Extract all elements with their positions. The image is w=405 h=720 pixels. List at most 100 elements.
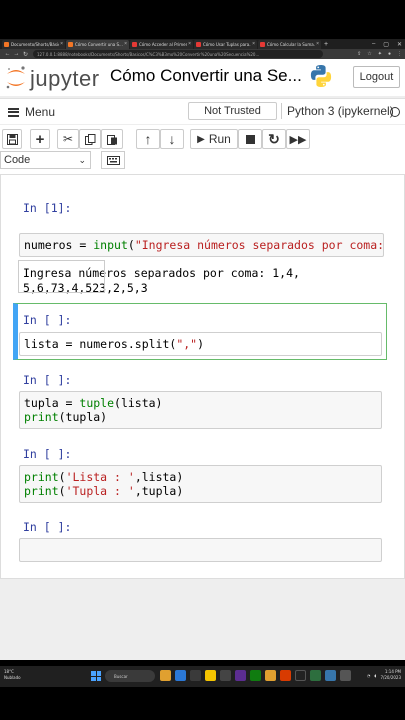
python-logo-icon bbox=[310, 65, 332, 87]
hamburger-icon bbox=[8, 107, 19, 117]
save-button[interactable] bbox=[2, 129, 22, 149]
run-button[interactable]: ▶ Run bbox=[190, 129, 238, 149]
fast-forward-icon: ▶▶ bbox=[289, 133, 307, 146]
volume-icon[interactable]: ◖ bbox=[374, 673, 376, 678]
trust-button[interactable]: Not Trusted bbox=[188, 102, 277, 120]
restart-icon: ↻ bbox=[268, 130, 280, 147]
file-explorer-icon[interactable] bbox=[160, 670, 171, 681]
tab-title: Cómo Acceder al Primer... bbox=[139, 41, 188, 47]
copy-button[interactable] bbox=[79, 129, 101, 149]
code-token: ( bbox=[127, 238, 135, 252]
jupyter-logo[interactable]: jupyter bbox=[4, 65, 99, 91]
cell-prompt: In [ ]: bbox=[23, 373, 72, 387]
stop-icon bbox=[245, 134, 255, 144]
cell-type-select[interactable]: Code ⌄ bbox=[0, 151, 91, 169]
new-tab-icon[interactable]: + bbox=[324, 41, 328, 48]
back-icon[interactable]: ← bbox=[3, 51, 12, 57]
save-icon bbox=[6, 133, 18, 145]
powerpoint-icon[interactable] bbox=[280, 670, 291, 681]
browser-tab[interactable]: Cómo Calcular la Suma... × bbox=[258, 39, 321, 49]
tab-close-icon[interactable]: × bbox=[188, 41, 191, 47]
code-token: ) bbox=[197, 337, 205, 351]
jupyter-favicon-icon bbox=[68, 41, 73, 47]
tab-title: Cómo Usar Tuplas para... bbox=[203, 41, 252, 47]
tab-close-icon[interactable]: × bbox=[252, 41, 255, 47]
store-icon[interactable] bbox=[190, 670, 201, 681]
cut-button[interactable]: ✂ bbox=[57, 129, 79, 149]
jupyter-favicon-icon bbox=[4, 41, 9, 47]
code-token: ( bbox=[58, 484, 66, 498]
code-cell-input[interactable] bbox=[19, 538, 382, 562]
arrow-down-icon: ↓ bbox=[168, 131, 176, 147]
url-field[interactable]: 127.0.0.1:8888/notebooks/Documents/Short… bbox=[33, 50, 323, 58]
code-cell-input[interactable]: tupla = tuple(lista) print(tupla) bbox=[19, 391, 382, 429]
browser-tab[interactable]: Cómo Acceder al Primer... × bbox=[130, 39, 193, 49]
code-token: ,lista) bbox=[134, 470, 184, 484]
screen: Documento/Shorts/Básicos× Cómo Convertir… bbox=[0, 0, 405, 720]
run-label: Run bbox=[208, 132, 231, 146]
app-icon[interactable] bbox=[310, 670, 321, 681]
windows-start-icon[interactable] bbox=[91, 671, 101, 681]
logout-button[interactable]: Logout bbox=[353, 66, 400, 88]
plus-icon: + bbox=[35, 130, 45, 148]
restart-run-all-button[interactable]: ▶▶ bbox=[286, 129, 310, 149]
code-token-string: 'Tupla : ' bbox=[65, 484, 135, 498]
cell-prompt: In [ ]: bbox=[23, 313, 72, 327]
chrome-icon[interactable] bbox=[205, 670, 216, 681]
cell-prompt: In [1]: bbox=[23, 201, 72, 215]
python-icon[interactable] bbox=[325, 670, 336, 681]
tab-title: Documento/Shorts/Básicos bbox=[11, 41, 59, 47]
youtube-favicon-icon bbox=[196, 41, 201, 47]
command-palette-button[interactable] bbox=[101, 151, 125, 169]
notebook-title[interactable]: Cómo Convertir una Se... bbox=[110, 66, 302, 86]
share-icon[interactable]: ⇪ bbox=[357, 51, 361, 57]
stdin-input-box[interactable] bbox=[18, 260, 105, 293]
extensions-icon[interactable]: ✦ bbox=[378, 51, 382, 57]
more-icon[interactable]: ⋮ bbox=[397, 51, 402, 57]
paste-icon bbox=[106, 134, 117, 145]
clock[interactable]: 1:14 PM 7/20/2023 bbox=[380, 669, 401, 681]
wifi-icon[interactable]: ◔ bbox=[367, 673, 371, 678]
reload-icon[interactable]: ↻ bbox=[21, 51, 30, 58]
edge-icon[interactable] bbox=[175, 670, 186, 681]
taskbar-search[interactable]: Buscar bbox=[105, 670, 155, 682]
visual-studio-icon[interactable] bbox=[235, 670, 246, 681]
insert-cell-button[interactable]: + bbox=[30, 129, 50, 149]
app-icon[interactable] bbox=[220, 670, 231, 681]
keyboard-icon bbox=[106, 155, 120, 165]
tab-title: Cómo Calcular la Suma... bbox=[267, 41, 316, 47]
restart-button[interactable]: ↻ bbox=[262, 129, 286, 149]
tab-close-icon[interactable]: × bbox=[316, 41, 319, 47]
window-controls: – ▢ ✕ bbox=[372, 39, 402, 49]
code-token-builtin: tuple bbox=[79, 396, 115, 410]
code-token-builtin: print bbox=[24, 484, 59, 498]
menu-button[interactable]: Menu bbox=[8, 105, 55, 119]
code-cell-input[interactable]: print('Lista : ',lista) print('Tupla : ',… bbox=[19, 465, 382, 503]
close-window-icon[interactable]: ✕ bbox=[397, 41, 402, 48]
star-icon[interactable]: ☆ bbox=[367, 51, 371, 57]
move-up-button[interactable]: ↑ bbox=[136, 129, 160, 149]
tab-close-icon[interactable]: × bbox=[60, 41, 63, 47]
folder-icon[interactable] bbox=[265, 670, 276, 681]
forward-icon[interactable]: → bbox=[12, 51, 21, 57]
minimize-icon[interactable]: – bbox=[372, 41, 375, 47]
browser-tab[interactable]: Documento/Shorts/Básicos× bbox=[2, 39, 65, 49]
code-token-builtin: print bbox=[24, 410, 59, 424]
browser-tab-active[interactable]: Cómo Convertir una S... × bbox=[66, 39, 129, 49]
browser-tab[interactable]: Cómo Usar Tuplas para... × bbox=[194, 39, 257, 49]
move-down-button[interactable]: ↓ bbox=[160, 129, 184, 149]
code-cell-input[interactable]: lista = numeros.split(",") bbox=[19, 332, 382, 356]
paste-button[interactable] bbox=[101, 129, 123, 149]
app-icon[interactable] bbox=[340, 670, 351, 681]
code-cell-input[interactable]: numeros = input("Ingresa números separad… bbox=[19, 233, 384, 257]
interrupt-button[interactable] bbox=[238, 129, 262, 149]
maximize-icon[interactable]: ▢ bbox=[383, 41, 389, 48]
chevron-down-icon: ⌄ bbox=[78, 155, 86, 165]
app-icon[interactable] bbox=[250, 670, 261, 681]
weather-widget[interactable]: 18°C Nublado bbox=[4, 669, 21, 681]
kernel-name[interactable]: Python 3 (ipykernel) bbox=[281, 103, 394, 119]
obs-icon[interactable] bbox=[295, 670, 306, 681]
cell-prompt: In [ ]: bbox=[23, 520, 72, 534]
profile-icon[interactable]: ● bbox=[388, 51, 391, 57]
tab-close-icon[interactable]: × bbox=[124, 41, 127, 47]
